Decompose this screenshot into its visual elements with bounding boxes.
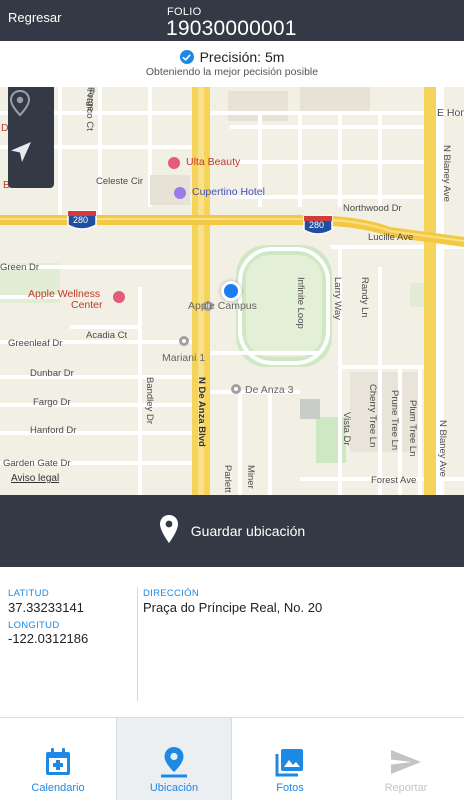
- top-bar: Regresar FOLIO 19030000001: [0, 0, 464, 41]
- info-divider: [137, 587, 138, 701]
- map-label-dunbar-dr: Dunbar Dr: [30, 368, 74, 379]
- precision-status: Obteniendo la mejor pecisión posible: [145, 66, 319, 78]
- location-marker-icon: [159, 514, 179, 549]
- map-label-green-dr: Green Dr: [0, 262, 40, 273]
- map-shield-280-left: 280: [73, 215, 89, 225]
- map-label-hanford-dr: Hanford Dr: [30, 425, 77, 436]
- map-label-randy-ln: Randy Ln: [359, 277, 370, 318]
- map-poi-apple-wellness-center: Center: [71, 299, 103, 311]
- map-label-vista-dr: Vista Dr: [341, 412, 352, 446]
- save-location-button[interactable]: Guardar ubicación: [0, 495, 464, 567]
- map-label-infinite-loop: Infinite Loop: [295, 277, 306, 329]
- location-info: LATITUD 37.33233141 LONGITUD -122.031218…: [0, 567, 464, 717]
- map-label-e-hom: E Hom: [437, 107, 464, 119]
- map-controls: [8, 87, 54, 188]
- map-label-northwood-dr: Northwood Dr: [343, 203, 402, 214]
- map-poi-cupertino-hotel[interactable]: Cupertino Hotel: [192, 186, 265, 198]
- map-poi-mariani-1[interactable]: Mariani 1: [162, 352, 205, 364]
- tab-reportar-label: Reportar: [384, 782, 428, 794]
- tab-ubicacion-label: Ubicación: [149, 782, 199, 794]
- longitude-value: -122.0312186: [8, 631, 89, 646]
- current-location-dot: [221, 281, 241, 301]
- tab-fotos[interactable]: Fotos: [232, 718, 348, 800]
- map-shield-280-right: 280: [309, 220, 325, 230]
- map-label-forge: Forge: [85, 87, 96, 112]
- map-label-larry-way: Larry Way: [332, 277, 343, 320]
- back-button[interactable]: Regresar: [8, 10, 61, 25]
- location-pin-icon: [160, 746, 188, 778]
- folio-number: 19030000001: [166, 17, 297, 40]
- precision-line: Precisión: 5m: [0, 49, 464, 65]
- map-label-forest-ave: Forest Ave: [371, 475, 417, 486]
- map-label-greenleaf-dr: Greenleaf Dr: [8, 338, 63, 349]
- map-label-parlett: Parlett: [222, 465, 233, 493]
- tab-reportar[interactable]: Reportar: [348, 718, 464, 800]
- save-location-label: Guardar ubicación: [190, 523, 306, 539]
- legal-link[interactable]: Aviso legal: [11, 473, 59, 484]
- map-label-n-blaney-ave-top: N Blaney Ave: [441, 145, 452, 202]
- map-label-cherry-tree-ln: Cherry Tree Ln: [367, 384, 378, 448]
- map-view[interactable]: E Hom Franco Ct Forge Celeste Cir Ulta B…: [0, 87, 464, 495]
- map-label-miner: Miner: [245, 465, 256, 489]
- map-label-fargo-dr: Fargo Dr: [33, 397, 71, 408]
- map-poi-de-anza-3[interactable]: De Anza 3: [245, 384, 293, 396]
- bottom-tab-bar: Calendario Ubicación Fotos Reportar: [0, 717, 464, 800]
- map-label-n-de-anza-blvd: N De Anza Blvd: [196, 377, 207, 447]
- longitude-label: LONGITUD: [8, 620, 60, 631]
- map-pin-button[interactable]: [8, 89, 54, 135]
- map-label-garden-gate-dr: Garden Gate Dr: [3, 458, 71, 469]
- map-label-bandley-dr: Bandley Dr: [144, 377, 155, 424]
- address-label: DIRECCIÓN: [143, 588, 200, 599]
- check-circle-icon: [179, 50, 194, 64]
- tab-calendario-label: Calendario: [31, 782, 85, 794]
- my-location-button[interactable]: [8, 139, 54, 185]
- calendar-add-icon: [44, 746, 72, 778]
- map-label-plum-tree-ln: Plum Tree Ln: [407, 400, 418, 457]
- tab-ubicacion[interactable]: Ubicación: [116, 718, 232, 800]
- map-label-acadia-ct: Acadia Ct: [86, 330, 128, 341]
- latitude-value: 37.33233141: [8, 600, 84, 615]
- precision-value: Precisión: 5m: [199, 49, 285, 65]
- latitude-label: LATITUD: [8, 588, 49, 599]
- map-poi-ulta-beauty[interactable]: Ulta Beauty: [186, 156, 240, 168]
- tab-fotos-label: Fotos: [276, 782, 304, 794]
- photos-icon: [275, 746, 305, 778]
- address-value: Praça do Príncipe Real, No. 20: [143, 600, 323, 615]
- map-poi-apple-campus[interactable]: Apple Campus: [188, 300, 257, 312]
- precision-panel: Precisión: 5m Obteniendo la mejor pecisi…: [0, 41, 464, 87]
- send-icon: [390, 746, 422, 778]
- map-label-lucille-ave: Lucille Ave: [368, 232, 414, 243]
- map-label-celeste-cir: Celeste Cir: [96, 176, 143, 187]
- map-label-prune-tree-ln: Prune Tree Ln: [389, 390, 400, 451]
- tab-calendario[interactable]: Calendario: [0, 718, 116, 800]
- map-label-n-blaney-ave-bottom: N Blaney Ave: [437, 420, 448, 477]
